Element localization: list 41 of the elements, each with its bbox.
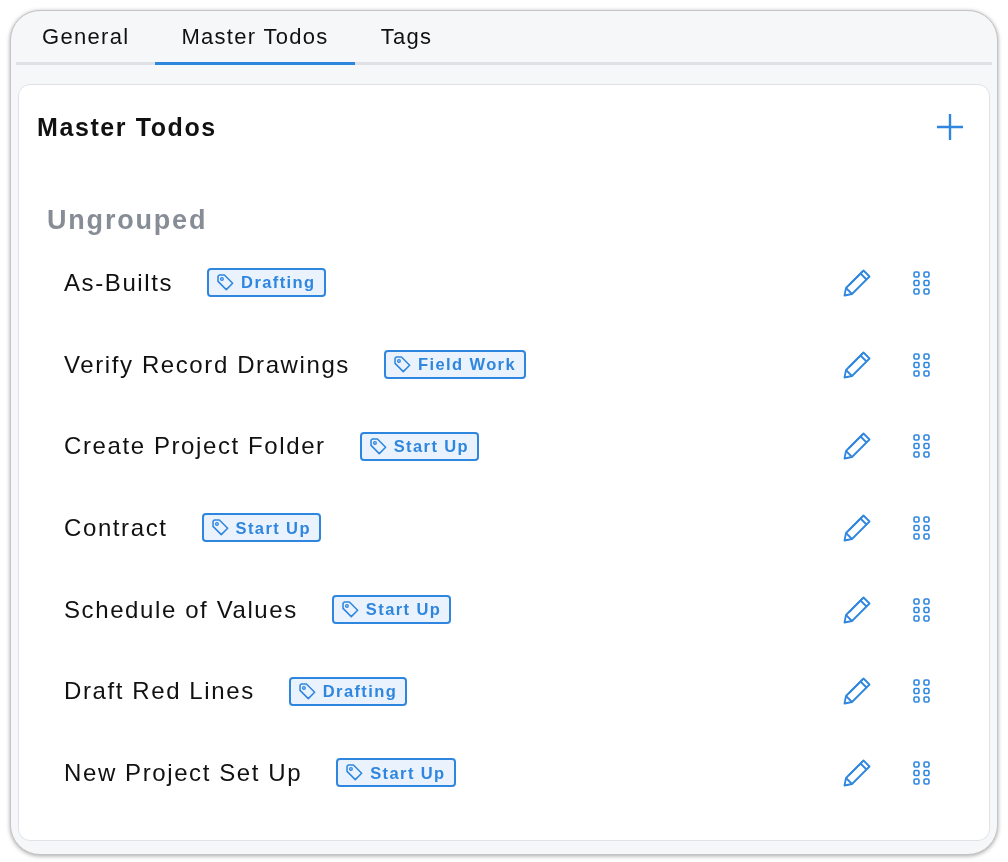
tab[interactable]: Master Todos bbox=[155, 11, 355, 65]
tag-icon bbox=[217, 274, 235, 292]
todo-title: Contract bbox=[64, 512, 168, 543]
tab[interactable]: Tags bbox=[354, 11, 459, 65]
tag-name: Start Up bbox=[365, 599, 442, 621]
tag-name: Drafting bbox=[322, 680, 398, 702]
tag-icon bbox=[369, 437, 387, 455]
drag-handle-icon[interactable] bbox=[913, 434, 930, 459]
tab[interactable]: General bbox=[16, 11, 156, 65]
todo-title: As-Builts bbox=[64, 267, 174, 298]
drag-handle-icon[interactable] bbox=[913, 352, 930, 377]
tag-name: Start Up bbox=[370, 762, 446, 784]
drag-handle-icon[interactable] bbox=[913, 760, 930, 785]
tag-icon bbox=[211, 519, 229, 537]
panel-title: Master Todos bbox=[37, 112, 217, 143]
drag-handle-icon[interactable] bbox=[913, 597, 930, 622]
tag-icon bbox=[298, 682, 316, 700]
todo-title: Schedule of Values bbox=[64, 594, 298, 625]
pencil-icon[interactable] bbox=[843, 758, 871, 787]
pencil-icon[interactable] bbox=[843, 268, 871, 297]
tag-icon bbox=[341, 601, 359, 619]
drag-handle-icon[interactable] bbox=[913, 515, 930, 540]
group-heading: Ungrouped bbox=[47, 204, 209, 237]
todo-title: New Project Set Up bbox=[64, 757, 303, 788]
todo-title: Draft Red Lines bbox=[64, 676, 255, 707]
tag-name: Drafting bbox=[241, 272, 316, 294]
tag-name: Field Work bbox=[417, 354, 516, 376]
todo-title: Verify Record Drawings bbox=[64, 349, 350, 380]
add-icon[interactable] bbox=[937, 114, 963, 140]
pencil-icon[interactable] bbox=[843, 432, 871, 461]
tag-icon bbox=[346, 764, 364, 782]
drag-handle-icon[interactable] bbox=[913, 679, 930, 704]
drag-handle-icon[interactable] bbox=[913, 270, 930, 295]
todo-title: Create Project Folder bbox=[64, 431, 326, 462]
tag-name: Start Up bbox=[393, 435, 470, 457]
tag-icon bbox=[393, 356, 411, 374]
pencil-icon[interactable] bbox=[843, 350, 871, 379]
tag-name: Start Up bbox=[235, 517, 311, 539]
pencil-icon[interactable] bbox=[843, 677, 871, 706]
pencil-icon[interactable] bbox=[843, 513, 871, 542]
pencil-icon[interactable] bbox=[843, 595, 871, 624]
